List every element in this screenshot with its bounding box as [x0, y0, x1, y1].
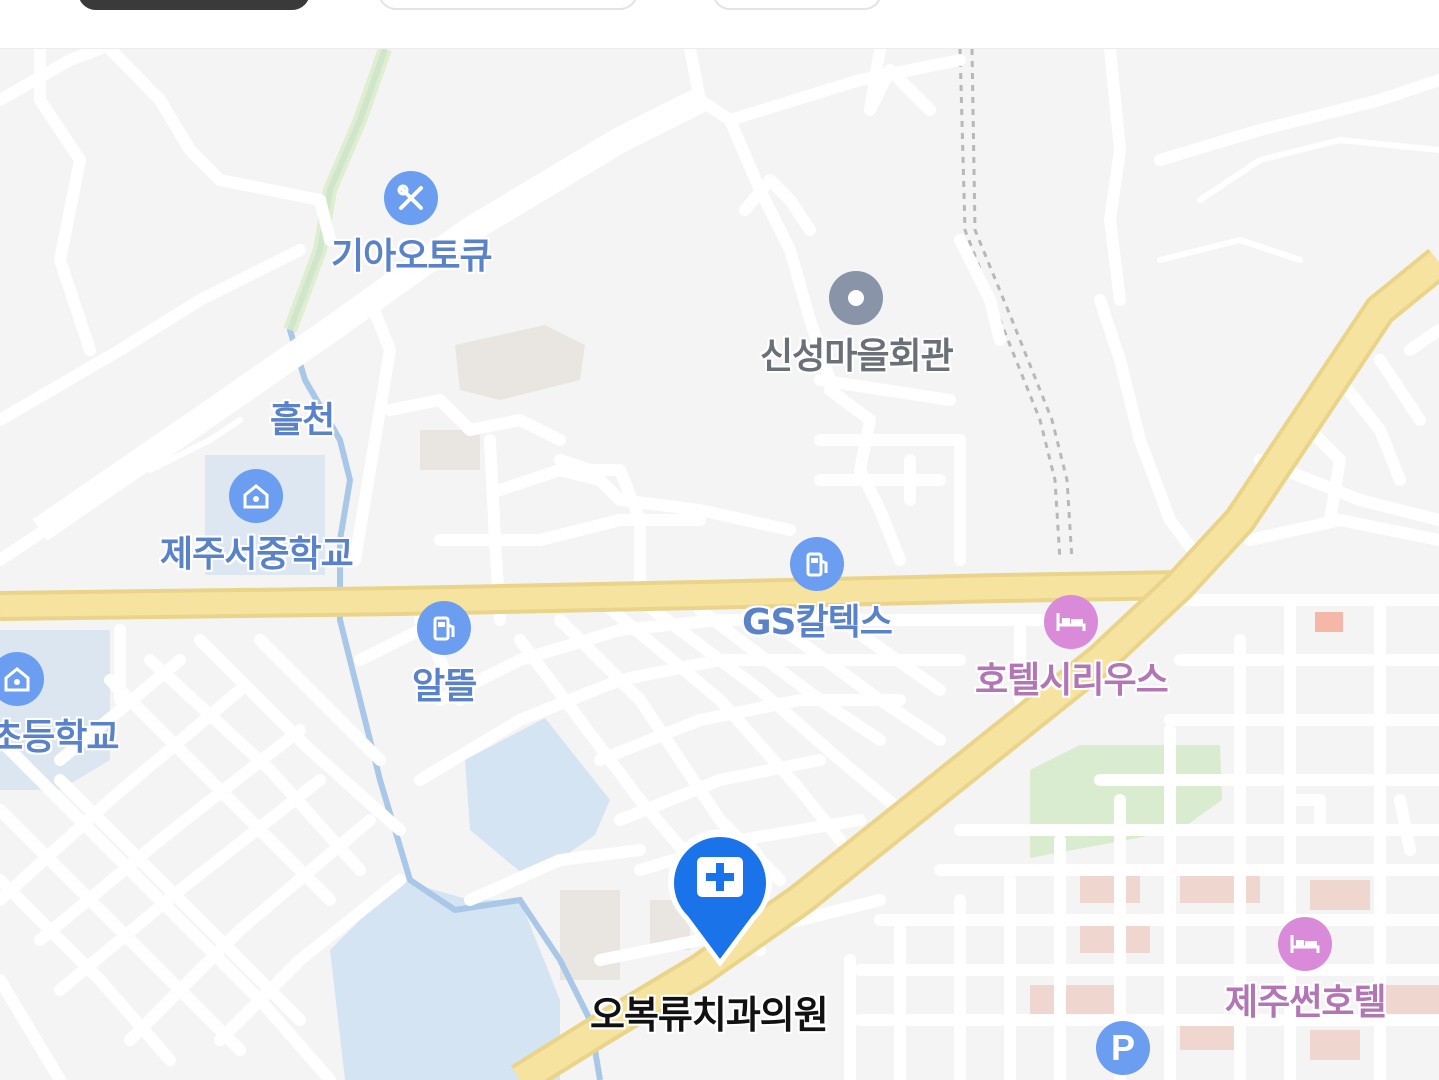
hotel-bed-icon	[1278, 917, 1333, 971]
community-hall-dot-icon	[829, 271, 884, 325]
poi-parking[interactable]: P	[1096, 1021, 1150, 1075]
poi-label: 제주썬호텔	[1225, 982, 1387, 1023]
poi-label: 신성마을회관	[760, 336, 954, 377]
poi-label: 기아오토큐	[331, 236, 493, 277]
poi-sinseong-hall[interactable]: 신성마을회관	[760, 271, 954, 379]
poi-label: 알뜰	[412, 666, 477, 707]
school-icon	[229, 469, 284, 523]
poi-label: 초등학교	[0, 717, 119, 758]
poi-kia-autoq[interactable]: 기아오토큐	[331, 171, 493, 279]
poi-altteul[interactable]: 알뜰	[412, 601, 477, 709]
selected-place-pin[interactable]	[664, 819, 776, 973]
filter-chip[interactable]	[378, 0, 638, 10]
car-repair-wrench-icon	[384, 171, 439, 225]
filter-chip[interactable]	[712, 0, 882, 10]
stream-label: 흘천	[270, 400, 335, 441]
poi-label: GS칼텍스	[742, 602, 893, 643]
school-icon	[0, 652, 44, 706]
poi-hotel-sirius[interactable]: 호텔시리우스	[975, 595, 1169, 703]
poi-elementary-school[interactable]: 초등학교	[0, 652, 119, 760]
map-pin-icon	[668, 829, 772, 967]
gas-station-icon	[417, 601, 472, 655]
poi-label: 호텔시리우스	[975, 660, 1169, 701]
poi-stream-label: 흘천	[270, 389, 335, 443]
filter-chip-bar	[0, 0, 1439, 49]
poi-gs-caltex[interactable]: GS칼텍스	[742, 537, 893, 645]
poi-jeju-seo-middle-school[interactable]: 제주서중학교	[160, 469, 354, 577]
gas-station-icon	[789, 537, 844, 591]
selected-place-label: 오복류치과의원	[590, 993, 829, 1037]
poi-jeju-sun-hotel[interactable]: 제주썬호텔	[1225, 917, 1387, 1025]
poi-label: 제주서중학교	[160, 534, 354, 575]
parking-icon: P	[1096, 1021, 1150, 1075]
map-view[interactable]: 기아오토큐 신성마을회관 흘천 제주서중학교 GS칼텍스 알뜰 호텔시리우스 초…	[0, 49, 1439, 1080]
filter-chip-selected[interactable]	[78, 0, 310, 10]
hotel-bed-icon	[1044, 595, 1099, 649]
